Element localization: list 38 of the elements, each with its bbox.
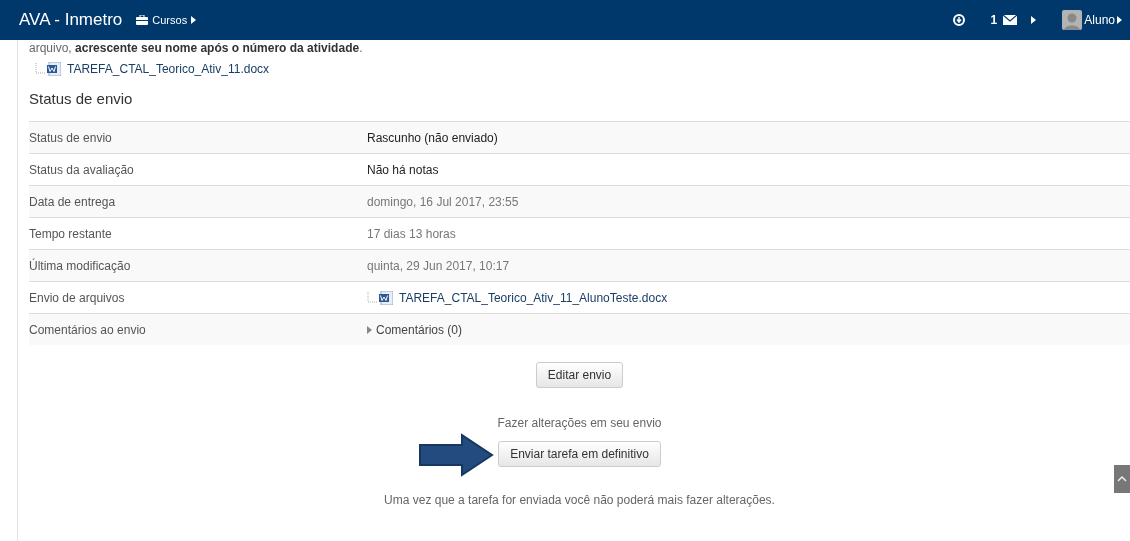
caret-icon [1117,16,1122,24]
submit-assignment-button[interactable]: Enviar tarefa em definitivo [498,441,661,467]
tree-line-icon [35,63,45,75]
tree-line-icon [367,291,377,304]
changes-note: Fazer alterações em seu envio [497,416,662,430]
table-cell-text: Status de envio [29,130,113,145]
notification-icon[interactable] [952,14,965,26]
warning-text: Uma vez que a tarefa for enviada você não poderá mais fazer alterações. [384,493,775,507]
table-cell: domingo, 16 Jul 2017, 23:55 [367,194,519,209]
caret-icon [367,325,372,334]
site-brand[interactable]: AVA - Inmetro [19,10,123,30]
comments-toggle[interactable]: Comentários (0) [367,322,463,337]
user-menu[interactable]: Aluno [1062,10,1122,30]
table-cell-text: Última modificação [29,258,132,273]
table-cell: Rascunho (não enviado) [367,130,498,145]
table-cell-text: Comentários ao envio [29,322,147,337]
table-cell-text: Envio de arquivos [29,290,126,305]
table-cell-text: Data de entrega [29,194,117,209]
table-cell-text: Status da avaliação [29,162,135,177]
table-cell: quinta, 29 Jun 2017, 10:17 [367,258,510,273]
table-cell-text: Tempo restante [29,226,113,241]
file-link[interactable]: TAREFA_CTAL_Teorico_Ativ_11_AlunoTeste.docx [399,290,668,305]
caret-up-icon [1117,476,1127,482]
briefcase-icon [136,15,149,25]
messages-menu[interactable]: 1 [990,13,1037,27]
section-title: Status de envio [29,90,134,107]
courses-menu[interactable]: Cursos [136,14,197,26]
envelope-icon [1003,15,1018,25]
file-link[interactable]: TAREFA_CTAL_Teorico_Ativ_11.docx [67,62,270,76]
table-cell: Não há notas [367,162,439,177]
edit-submission-button[interactable]: Editar envio [535,362,624,388]
table-cell: 17 dias 13 horas [367,226,456,241]
word-document-icon [47,62,61,76]
caret-icon [191,16,197,24]
word-document-icon [379,290,393,305]
avatar-icon [1062,10,1083,30]
instruction-text: arquivo, acrescente seu nome após o número da atividade. [29,40,364,56]
caret-icon [1031,16,1037,24]
